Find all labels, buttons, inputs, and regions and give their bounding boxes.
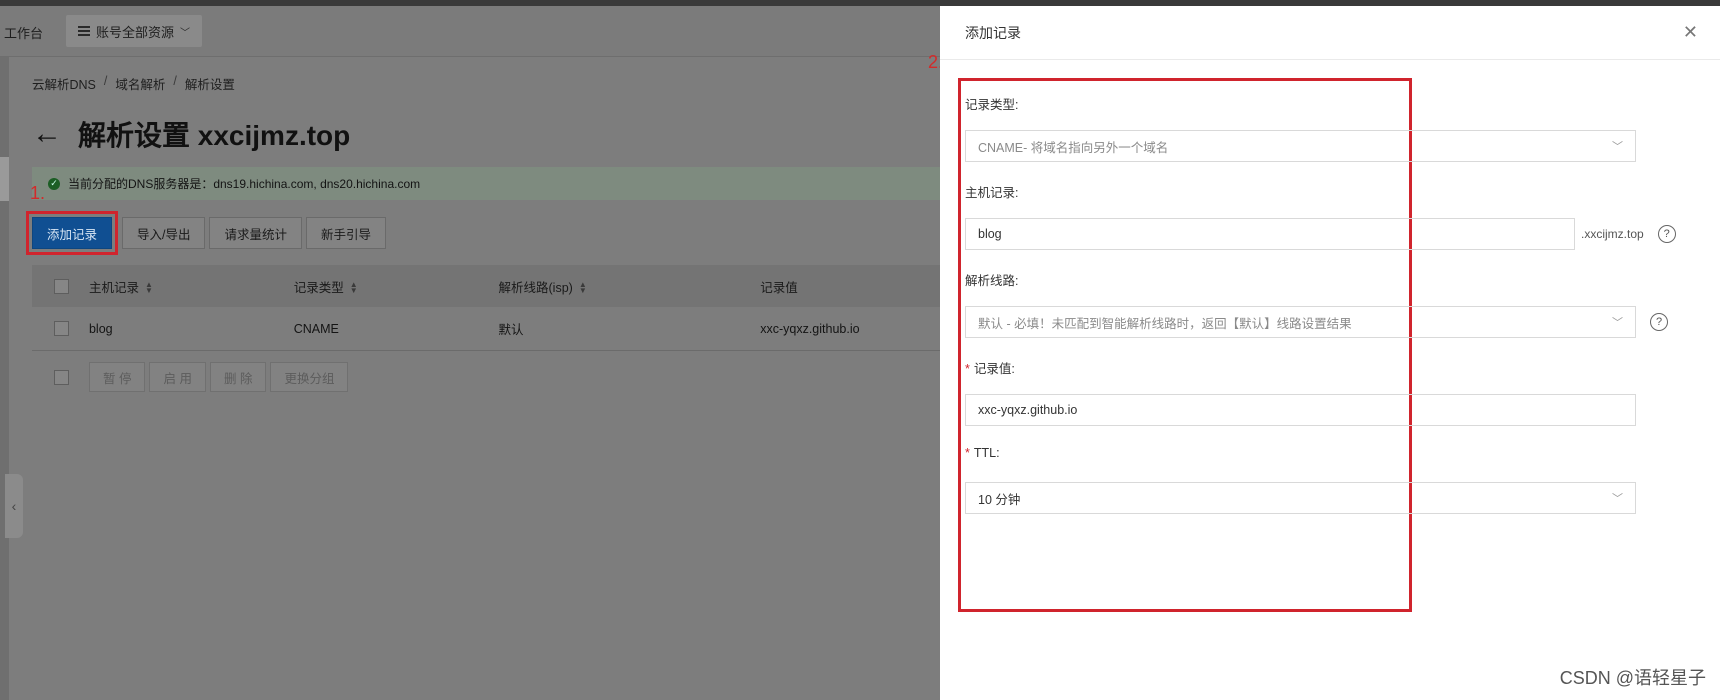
help-icon[interactable]: ?: [1657, 225, 1676, 243]
beginner-guide-button[interactable]: 新手引导: [306, 217, 387, 249]
watermark: CSDN @语轻星子: [1559, 668, 1706, 688]
resource-selector[interactable]: 账号全部资源 ﹀: [66, 15, 203, 47]
chevron-down-icon: ﹀: [1612, 141, 1623, 153]
record-value-label: * 记录值:: [965, 358, 1676, 378]
cell-type: CNAME: [293, 321, 339, 336]
batch-select-checkbox[interactable]: [54, 369, 69, 385]
chevron-left-icon: ‹: [11, 498, 17, 514]
header-line-label: 解析线路(isp): [498, 280, 573, 295]
toolbar: 添加记录 导入/导出 请求量统计 新手引导: [26, 211, 387, 255]
domain-suffix: .xxcijmz.top: [1581, 227, 1644, 241]
top-bar: 工作台 账号全部资源 ﹀: [0, 6, 940, 57]
close-icon[interactable]: ✕: [1683, 22, 1698, 43]
table-row: blog CNAME 默认 xxc-yqxz.github.io: [32, 307, 940, 351]
request-stats-button[interactable]: 请求量统计: [209, 217, 302, 249]
pause-button[interactable]: 暂 停: [89, 362, 146, 392]
record-type-select[interactable]: CNAME- 将域名指向另外一个域名 ﹀: [965, 130, 1636, 162]
add-record-highlight: 添加记录: [26, 211, 118, 255]
record-value-field: * 记录值: xxc-yqxz.github.io: [965, 358, 1676, 426]
page-title: 解析设置 xxcijmz.top: [78, 120, 351, 151]
line-select[interactable]: 默认 - 必填！未匹配到智能解析线路时，返回【默认】线路设置结果 ﹀: [965, 306, 1636, 338]
delete-button[interactable]: 删 除: [209, 362, 267, 392]
check-circle-icon: ✓: [48, 177, 60, 190]
required-mark: *: [965, 362, 970, 376]
sort-icon[interactable]: ▲ ▼: [350, 281, 358, 295]
batch-actions: 暂 停 启 用 删 除 更换分组: [32, 351, 940, 403]
chevron-down-icon: ﹀: [1612, 317, 1623, 329]
chevron-down-icon: ﹀: [180, 27, 191, 39]
host-field: 主机记录: blog .xxcijmz.top ?: [965, 182, 1676, 250]
record-value-input[interactable]: xxc-yqxz.github.io: [965, 394, 1636, 426]
header-line[interactable]: 解析线路(isp) ▲ ▼: [499, 277, 761, 296]
add-record-form: 记录类型: CNAME- 将域名指向另外一个域名 ﹀ 主机记录: blog .x…: [965, 94, 1676, 514]
drawer-header: 添加记录 ✕: [940, 6, 1720, 60]
row-checkbox[interactable]: [54, 321, 69, 336]
breadcrumb: 云解析DNS / 域名解析 / 解析设置: [32, 74, 235, 93]
header-type[interactable]: 记录类型 ▲ ▼: [294, 277, 499, 296]
change-group-button[interactable]: 更换分组: [270, 362, 349, 392]
host-label: 主机记录:: [965, 186, 1019, 200]
add-record-button[interactable]: 添加记录: [32, 217, 112, 249]
collapse-sidebar-tab[interactable]: ‹: [5, 474, 23, 538]
chevron-down-icon: ﹀: [1612, 493, 1623, 505]
drawer-title: 添加记录: [965, 24, 1021, 41]
help-icon[interactable]: ?: [1650, 313, 1668, 331]
ttl-select[interactable]: 10 分钟 ﹀: [965, 482, 1636, 514]
line-field: 解析线路: 默认 - 必填！未匹配到智能解析线路时，返回【默认】线路设置结果 ﹀…: [965, 270, 1676, 338]
sort-icon[interactable]: ▲ ▼: [579, 281, 587, 295]
header-host[interactable]: 主机记录 ▲ ▼: [89, 277, 294, 296]
header-host-label: 主机记录: [88, 280, 139, 295]
breadcrumb-dns[interactable]: 云解析DNS: [32, 74, 96, 93]
record-value-label-text: 记录值:: [973, 362, 1015, 376]
record-value-input-value: xxc-yqxz.github.io: [978, 403, 1078, 417]
notice-text: 当前分配的DNS服务器是：dns19.hichina.com, dns20.hi…: [68, 177, 421, 191]
ttl-value: 10 分钟: [978, 492, 1021, 507]
ttl-label-text: TTL:: [973, 446, 1000, 460]
cell-line: 默认: [498, 323, 524, 337]
host-input-row: blog .xxcijmz.top ?: [965, 218, 1676, 250]
enable-button[interactable]: 启 用: [149, 362, 206, 392]
add-record-drawer: 添加记录 ✕ 记录类型: CNAME- 将域名指向另外一个域名 ﹀ 主机记录: …: [940, 6, 1720, 700]
resource-label: 账号全部资源: [96, 24, 175, 40]
sidebar-scroll-handle[interactable]: [0, 157, 9, 201]
cell-host: blog: [88, 321, 113, 336]
breadcrumb-separator: /: [103, 74, 108, 88]
record-type-field: 记录类型: CNAME- 将域名指向另外一个域名 ﹀: [965, 94, 1676, 162]
breadcrumb-domains[interactable]: 域名解析: [115, 74, 165, 93]
step-mark-1: 1.: [30, 183, 46, 203]
left-sidebar: [0, 57, 9, 700]
back-arrow-icon[interactable]: ←: [32, 119, 62, 149]
ttl-label: * TTL:: [965, 446, 1676, 466]
workbench-link[interactable]: 工作台: [4, 23, 43, 42]
records-table: 主机记录 ▲ ▼ 记录类型 ▲ ▼ 解析线路(isp) ▲ ▼ 记录值 blog CNAME…: [32, 265, 940, 403]
header-value: 记录值: [760, 280, 798, 295]
header-type-label: 记录类型: [293, 280, 344, 295]
record-type-label: 记录类型:: [965, 98, 1019, 112]
table-header: 主机记录 ▲ ▼ 记录类型 ▲ ▼ 解析线路(isp) ▲ ▼ 记录值: [32, 265, 940, 307]
import-export-button[interactable]: 导入/导出: [122, 217, 206, 249]
page-header: ← 解析设置 xxcijmz.top: [32, 114, 350, 154]
host-input[interactable]: blog: [965, 218, 1575, 250]
breadcrumb-separator: /: [173, 74, 177, 88]
required-mark: *: [965, 446, 970, 460]
breadcrumb-current: 解析设置: [184, 78, 235, 92]
line-value: 默认 - 必填！未匹配到智能解析线路时，返回【默认】线路设置结果: [978, 316, 1352, 331]
ttl-field: * TTL: 10 分钟 ﹀: [965, 446, 1676, 514]
cell-value: xxc-yqxz.github.io: [760, 321, 860, 336]
host-input-value: blog: [978, 227, 1002, 241]
select-all-checkbox[interactable]: [54, 278, 69, 294]
dns-server-notice: ✓ 当前分配的DNS服务器是：dns19.hichina.com, dns20.…: [32, 167, 940, 200]
sort-icon[interactable]: ▲ ▼: [145, 281, 153, 295]
list-icon: [78, 26, 90, 36]
record-type-value: CNAME- 将域名指向另外一个域名: [978, 140, 1169, 155]
line-label: 解析线路:: [965, 274, 1019, 288]
line-select-row: 默认 - 必填！未匹配到智能解析线路时，返回【默认】线路设置结果 ﹀ ?: [965, 306, 1676, 338]
